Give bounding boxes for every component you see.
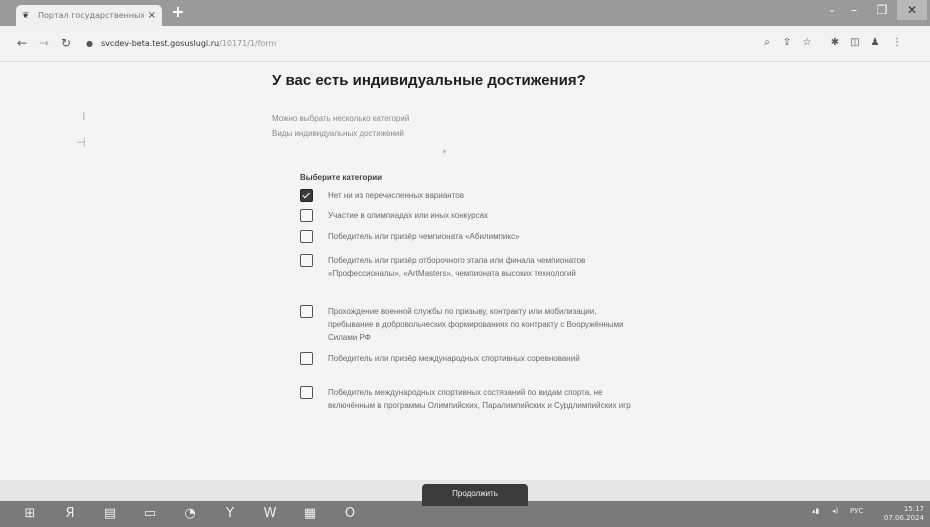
- browser-toolbar: ← → ↻ ● svcdev-beta.test.gosuslugi.ru /1…: [0, 26, 930, 62]
- continue-button[interactable]: Продолжить: [422, 484, 528, 506]
- share-icon[interactable]: ⇪: [780, 35, 794, 51]
- gosuslugi-favicon-icon: ❦: [22, 10, 30, 21]
- forward-arrow-icon[interactable]: →: [36, 35, 52, 51]
- opera-icon[interactable]: O: [338, 504, 362, 524]
- checkbox[interactable]: [300, 230, 313, 243]
- network-icon[interactable]: ▴▮: [812, 507, 819, 515]
- volume-icon[interactable]: ◂): [832, 507, 838, 515]
- option-label: Нет ни из перечисленных вариантов: [328, 191, 464, 200]
- checkbox[interactable]: [300, 254, 313, 267]
- bookmark-star-icon[interactable]: ☆: [800, 35, 814, 51]
- url-host: svcdev-beta.test.gosuslugi.ru: [100, 38, 220, 48]
- option-non-olympic-sports[interactable]: Победитель международных спортивных сост…: [300, 386, 633, 412]
- checkbox[interactable]: [300, 386, 313, 399]
- keyboard-language[interactable]: РУС: [850, 507, 863, 515]
- clock[interactable]: 15:17 07.06.2024: [880, 505, 924, 523]
- option-none[interactable]: Нет ни из перечисленных вариантов: [300, 189, 633, 202]
- word-icon[interactable]: W: [258, 504, 282, 524]
- hint-multiple-choice: Можно выбрать несколько категорий: [272, 114, 410, 123]
- checkbox-checked[interactable]: [300, 189, 313, 202]
- checkbox[interactable]: [300, 305, 313, 318]
- yandex-icon[interactable]: Я: [58, 504, 82, 524]
- option-label: Прохождение военной службы по призыву, к…: [328, 307, 624, 342]
- back-arrow-icon[interactable]: ←: [14, 35, 30, 51]
- scan-dot: [443, 150, 446, 153]
- tab-close-icon[interactable]: ×: [148, 10, 156, 21]
- option-military-service[interactable]: Прохождение военной службы по призыву, к…: [300, 305, 633, 344]
- checkbox[interactable]: [300, 209, 313, 222]
- clock-time: 15:17: [903, 505, 924, 513]
- explorer-icon[interactable]: ▤: [98, 504, 122, 524]
- yandex-browser-icon[interactable]: Y: [218, 504, 242, 524]
- extensions-icon[interactable]: ✱: [828, 35, 842, 51]
- tab-search-icon[interactable]: ⌄: [820, 0, 844, 20]
- address-bar[interactable]: ● svcdev-beta.test.gosuslugi.ru /10171/1…: [82, 32, 742, 54]
- profile-icon[interactable]: ♟: [868, 35, 882, 51]
- checkbox[interactable]: [300, 352, 313, 365]
- maximize-button[interactable]: ❐: [870, 0, 894, 20]
- browser-tab[interactable]: ❦ Портал государственных услуг ×: [16, 5, 162, 26]
- section-label: Выберите категории: [300, 173, 383, 182]
- option-abilympics[interactable]: Победитель или призёр чемпионата «Абилим…: [300, 230, 633, 243]
- reload-icon[interactable]: ↻: [58, 35, 74, 51]
- close-window-button[interactable]: ✕: [897, 0, 927, 20]
- option-olympiads[interactable]: Участие в олимпиадах или иных конкурсах: [300, 209, 633, 222]
- url-path: /10171/1/form: [219, 38, 277, 48]
- new-tab-button[interactable]: +: [170, 4, 186, 20]
- page-title: У вас есть индивидуальные достижения?: [272, 72, 586, 89]
- option-professionals[interactable]: Победитель или призёр отборочного этапа …: [300, 254, 633, 280]
- option-label: Победитель международных спортивных сост…: [328, 388, 631, 410]
- minimize-button[interactable]: –: [842, 0, 866, 20]
- app-icon[interactable]: ▦: [298, 504, 322, 524]
- zoom-icon[interactable]: ⌕: [760, 35, 774, 51]
- option-label: Победитель или призёр международных спор…: [328, 354, 580, 363]
- page-content: У вас есть индивидуальные достижения? Мо…: [0, 62, 930, 480]
- clock-date: 07.06.2024: [883, 514, 924, 522]
- hint-achievement-types[interactable]: Виды индивидуальных достижений: [272, 129, 404, 138]
- option-label: Победитель или призёр отборочного этапа …: [328, 256, 586, 278]
- tab-title: Портал государственных услуг: [38, 11, 144, 20]
- cursor-mark: ⁞: [82, 110, 86, 123]
- option-label: Участие в олимпиадах или иных конкурсах: [328, 211, 489, 220]
- option-international-sports[interactable]: Победитель или призёр международных спор…: [300, 352, 633, 365]
- cursor-mark: ⊣: [76, 136, 86, 149]
- menu-kebab-icon[interactable]: ⋮: [890, 35, 904, 51]
- browser-tab-strip: ❦ Портал государственных услуг × + ⌄ – ❐…: [0, 0, 930, 26]
- sidebar-icon[interactable]: ◫: [848, 35, 862, 51]
- lock-icon[interactable]: ●: [86, 39, 93, 48]
- chrome-icon[interactable]: ◔: [178, 504, 202, 524]
- option-label: Победитель или призёр чемпионата «Абилим…: [328, 232, 520, 241]
- folder-icon[interactable]: ▭: [138, 504, 162, 524]
- start-icon[interactable]: ⊞: [18, 504, 42, 524]
